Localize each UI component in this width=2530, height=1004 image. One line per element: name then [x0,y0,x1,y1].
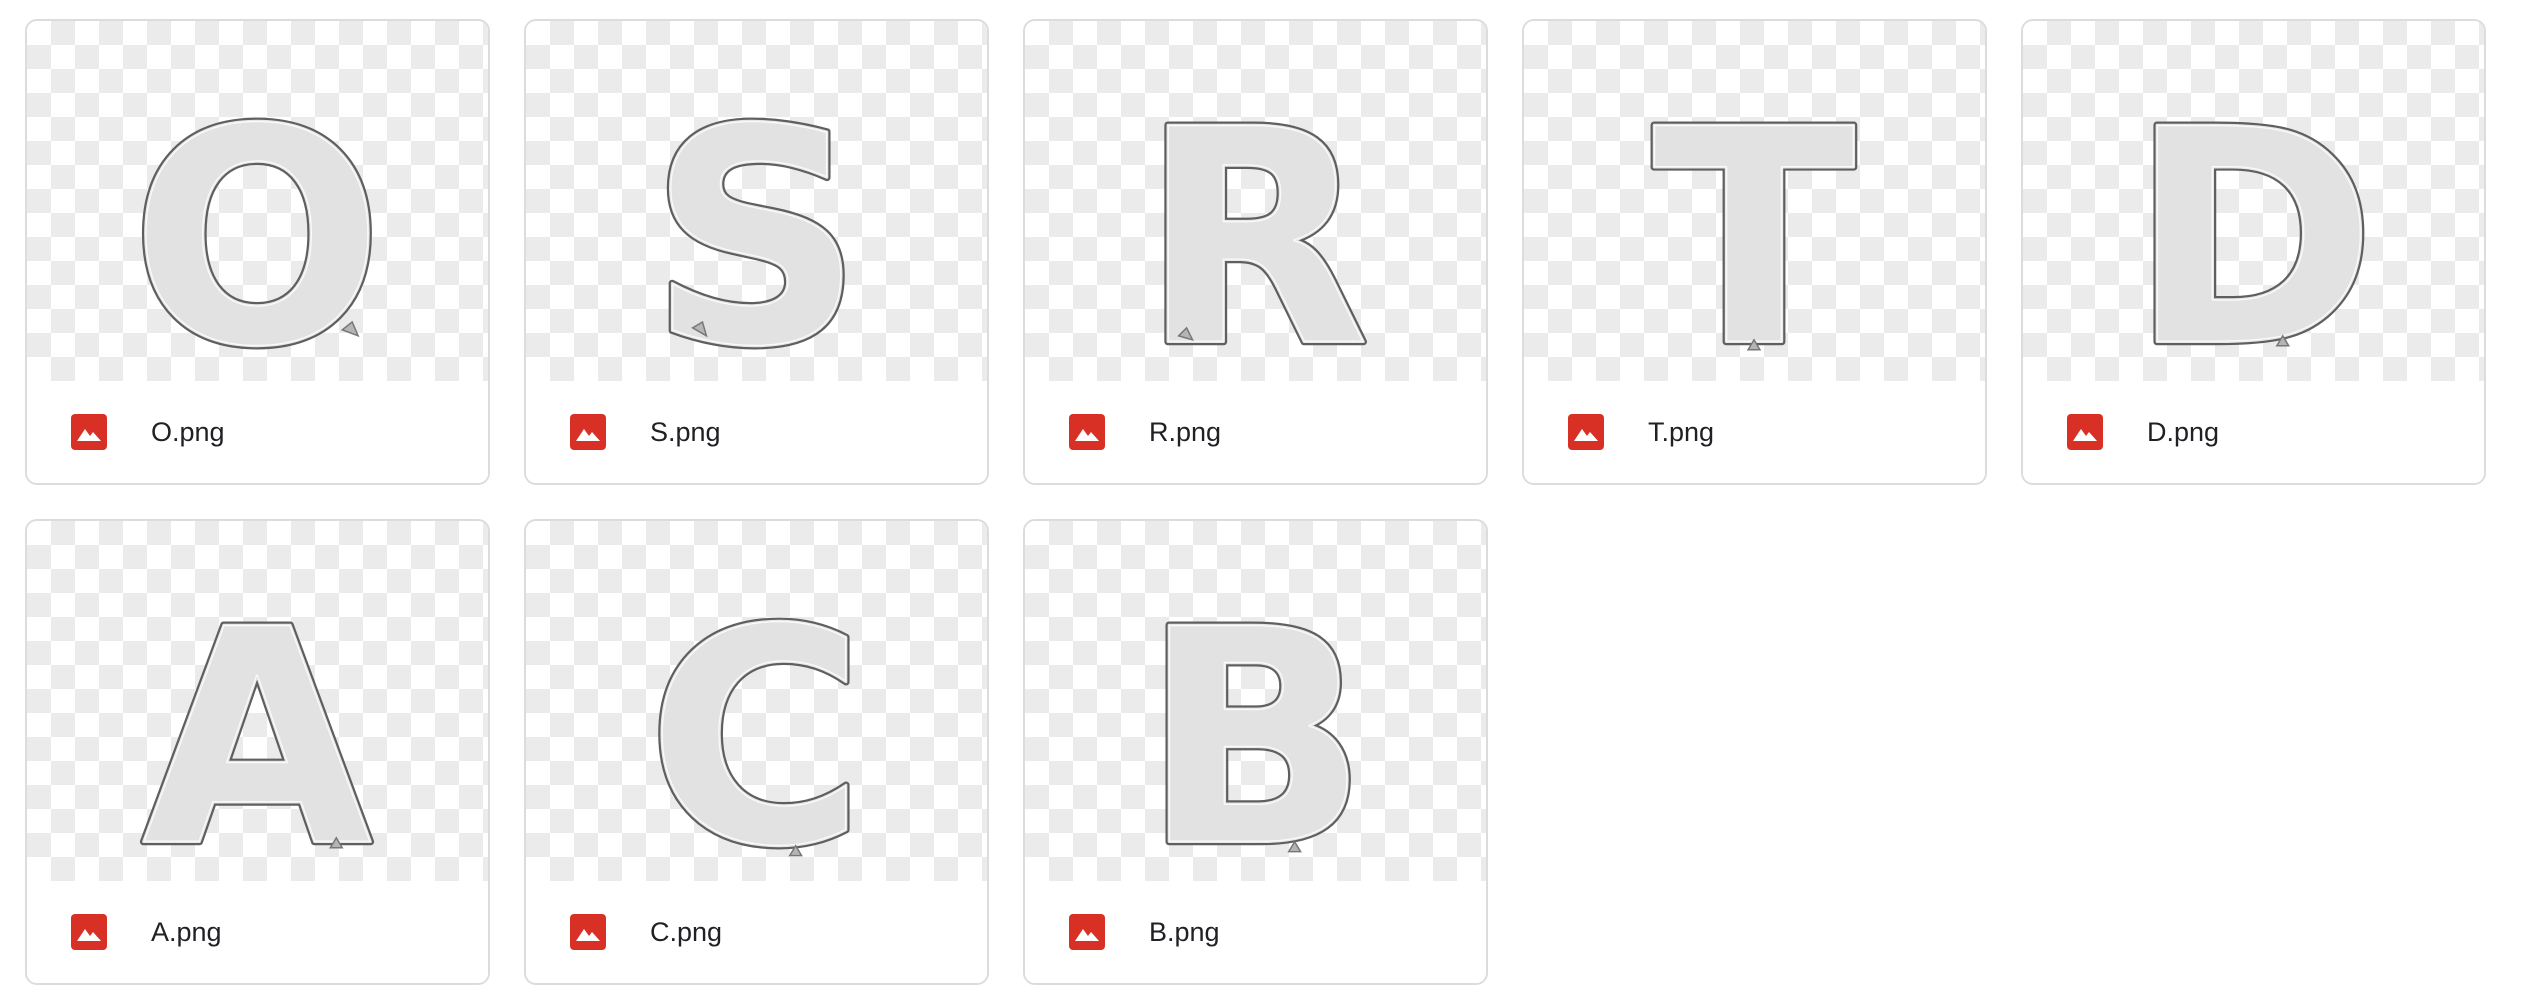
svg-text:T: T [1653,67,1857,381]
file-name: A.png [151,917,222,947]
file-name: R.png [1149,417,1222,447]
card-footer: S.png [526,381,987,483]
file-card[interactable]: B B B.png [1023,519,1488,985]
file-card[interactable]: S S S.png [524,19,989,485]
letter-balloon-preview: A A [138,563,377,881]
image-file-icon [570,914,606,950]
file-card[interactable]: O O O.png [25,19,490,485]
svg-text:D: D [2130,67,2377,381]
file-name: B.png [1149,917,1220,947]
card-footer: T.png [1524,381,1985,483]
svg-text:O: O [131,67,384,381]
thumbnail: B B [1025,521,1486,881]
thumbnail: C C [526,521,987,881]
card-footer: D.png [2023,381,2484,483]
file-name: T.png [1648,417,1715,447]
svg-text:C: C [647,567,865,881]
file-card[interactable]: R R R.png [1023,19,1488,485]
file-card[interactable]: A A A.png [25,519,490,985]
card-footer: A.png [27,881,488,983]
card-footer: R.png [1025,381,1486,483]
image-file-icon [1069,414,1105,450]
thumbnail: O O [27,21,488,381]
letter-balloon-preview: R R [1137,63,1373,381]
file-card[interactable]: C C C.png [524,519,989,985]
file-name: O.png [151,417,225,447]
image-file-icon [71,914,107,950]
thumbnail: T T [1524,21,1985,381]
file-name: D.png [2147,417,2220,447]
image-file-icon [1069,914,1105,950]
card-footer: C.png [526,881,987,983]
file-card[interactable]: D D D.png [2021,19,2486,485]
thumbnail: D D [2023,21,2484,381]
card-footer: O.png [27,381,488,483]
card-footer: B.png [1025,881,1486,983]
file-name: C.png [650,917,723,947]
letter-balloon-preview: B B [1138,563,1372,881]
svg-text:A: A [142,567,374,881]
image-file-icon [570,414,606,450]
thumbnail: R R [1025,21,1486,381]
image-file-icon [71,414,107,450]
image-file-icon [2067,414,2103,450]
file-name: S.png [650,417,721,447]
letter-balloon-preview: C C [643,563,868,881]
thumbnail: S S [526,21,987,381]
image-file-icon [1568,414,1604,450]
letter-balloon-preview: S S [645,63,866,381]
letter-balloon-preview: D D [2126,63,2380,381]
letter-balloon-preview: O O [127,63,387,381]
svg-text:R: R [1140,67,1369,381]
thumbnail: A A [27,521,488,881]
letter-balloon-preview: T T [1649,63,1860,381]
file-grid: O O O.png S S S.png R R R.png T T T.png … [0,0,2530,1004]
svg-text:S: S [649,67,863,381]
file-card[interactable]: T T T.png [1522,19,1987,485]
svg-text:B: B [1142,567,1369,881]
